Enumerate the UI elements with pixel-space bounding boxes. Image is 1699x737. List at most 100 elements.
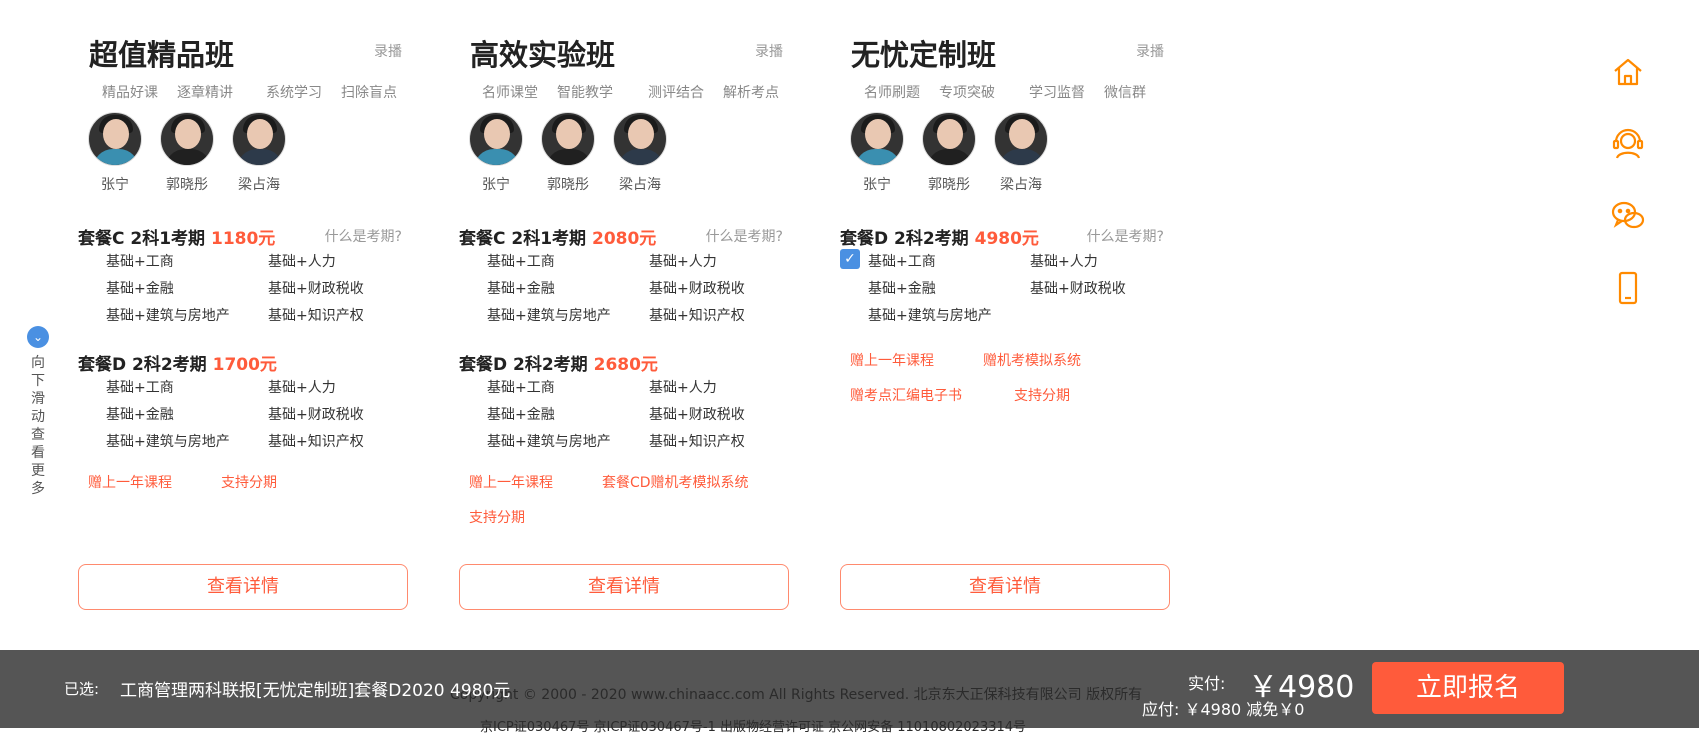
avatar — [160, 112, 214, 166]
exam-period-link[interactable]: 什么是考期? — [706, 226, 783, 246]
chevron-double-down-icon: ⌄ — [27, 326, 49, 348]
subject-option[interactable]: 基础+知识产权 — [649, 305, 745, 325]
subject-option[interactable]: 基础+人力 — [268, 251, 336, 271]
subject-option[interactable]: 基础+金融 — [106, 404, 174, 424]
gift-label: 支持分期 — [469, 510, 525, 526]
subject-option[interactable]: 基础+知识产权 — [649, 431, 745, 451]
feature-label: 测评结合 — [648, 85, 704, 101]
feature-label: 智能教学 — [557, 85, 613, 101]
subject-option[interactable]: 基础+人力 — [649, 377, 717, 397]
package-title: 套餐D 2科2考期 1700元 — [78, 355, 277, 375]
avatar — [850, 112, 904, 166]
card-tag: 录播 — [1136, 44, 1164, 60]
subject-option[interactable]: 基础+金融 — [487, 404, 555, 424]
view-details-button[interactable]: 查看详情 — [78, 564, 408, 610]
card-title: 超值精品班 — [89, 38, 235, 72]
teacher-name: 郭晓彤 — [166, 177, 208, 193]
subject-option[interactable]: 基础+知识产权 — [268, 305, 364, 325]
subject-option[interactable]: 基础+工商 — [868, 251, 936, 271]
subject-option[interactable]: 基础+财政税收 — [649, 404, 745, 424]
avatar — [469, 112, 523, 166]
gifts: 赠上一年课程 套餐CD赠机考模拟系统 支持分期 — [459, 468, 789, 528]
package-d[interactable]: 套餐D 2科2考期 4980元 什么是考期? ✓ 基础+工商 基础+人力 基础+… — [840, 220, 1170, 332]
feature-label: 学习监督 — [1029, 85, 1085, 101]
teacher: 郭晓彤 — [913, 112, 985, 194]
card-tag: 录播 — [374, 44, 402, 60]
package-title: 套餐C 2科1考期 2080元 — [459, 229, 657, 249]
subject-option[interactable]: 基础+金融 — [868, 278, 936, 298]
subject-option[interactable]: 基础+工商 — [487, 251, 555, 271]
mobile-icon[interactable] — [1608, 268, 1648, 308]
teacher: 梁占海 — [985, 112, 1057, 194]
subject-option[interactable]: 基础+财政税收 — [268, 278, 364, 298]
avatar — [232, 112, 286, 166]
package-d[interactable]: 套餐D 2科2考期 1700元 基础+工商 基础+人力 基础+金融 基础+财政税… — [78, 346, 408, 458]
avatar — [88, 112, 142, 166]
subject-option[interactable]: 基础+建筑与房地产 — [106, 431, 230, 451]
feature-label: 微信群 — [1104, 85, 1146, 101]
package-c[interactable]: 套餐C 2科1考期 1180元 什么是考期? 基础+工商 基础+人力 基础+金融… — [78, 220, 408, 332]
teacher-name: 张宁 — [101, 177, 129, 193]
scroll-hint[interactable]: ⌄ 向下滑动查看更多 — [26, 326, 50, 498]
teacher-name: 郭晓彤 — [547, 177, 589, 193]
enroll-button[interactable]: 立即报名 — [1372, 662, 1564, 714]
feature-label: 逐章精讲 — [177, 85, 233, 101]
subject-option[interactable]: 基础+财政税收 — [649, 278, 745, 298]
selected-value: 工商管理两科联报[无忧定制班]套餐D2020 4980元 — [120, 681, 511, 701]
teacher-name: 郭晓彤 — [928, 177, 970, 193]
checkbox-checked[interactable]: ✓ — [840, 249, 860, 269]
headset-icon[interactable] — [1608, 124, 1648, 164]
footer-copyright: Copyright © 2000 - 2020 www.chinaacc.com… — [450, 687, 1143, 703]
card-custom: 无忧定制班 录播 名师刷题 专项突破 学习监督 微信群 张宁 郭晓彤 梁占海 套… — [840, 0, 1170, 610]
subject-option[interactable]: 基础+建筑与房地产 — [868, 305, 992, 325]
page: 超值精品班 录播 精品好课 逐章精讲 系统学习 扫除盲点 张宁 郭晓彤 梁占海 — [0, 0, 1699, 737]
wechat-icon[interactable] — [1608, 196, 1648, 236]
feature-label: 精品好课 — [102, 85, 158, 101]
card-tag: 录播 — [755, 44, 783, 60]
exam-period-link[interactable]: 什么是考期? — [325, 226, 402, 246]
subject-option[interactable]: 基础+金融 — [106, 278, 174, 298]
exam-period-link[interactable]: 什么是考期? — [1087, 226, 1164, 246]
gift-label: 赠考点汇编电子书 — [850, 388, 962, 404]
view-details-button[interactable]: 查看详情 — [459, 564, 789, 610]
features: 名师课堂 智能教学 测评结合 解析考点 — [459, 76, 789, 104]
package-price: 2080元 — [591, 229, 657, 249]
feature-label: 专项突破 — [939, 85, 995, 101]
teacher: 张宁 — [79, 112, 151, 194]
card-efficient: 高效实验班 录播 名师课堂 智能教学 测评结合 解析考点 张宁 郭晓彤 梁占海 — [459, 0, 789, 610]
subject-option[interactable]: 基础+知识产权 — [268, 431, 364, 451]
teacher-name: 梁占海 — [238, 177, 280, 193]
teachers: 张宁 郭晓彤 梁占海 — [78, 112, 408, 208]
subject-option[interactable]: 基础+财政税收 — [1030, 278, 1126, 298]
subject-option[interactable]: 基础+金融 — [487, 278, 555, 298]
teacher: 郭晓彤 — [532, 112, 604, 194]
subject-option[interactable]: 基础+工商 — [487, 377, 555, 397]
subject-option[interactable]: 基础+建筑与房地产 — [487, 431, 611, 451]
subject-option[interactable]: 基础+建筑与房地产 — [106, 305, 230, 325]
subject-option[interactable]: 基础+工商 — [106, 251, 174, 271]
subject-option[interactable]: 基础+人力 — [1030, 251, 1098, 271]
order-bar: Copyright © 2000 - 2020 www.chinaacc.com… — [0, 650, 1699, 735]
package-d[interactable]: 套餐D 2科2考期 2680元 基础+工商 基础+人力 基础+金融 基础+财政税… — [459, 346, 789, 458]
avatar — [922, 112, 976, 166]
subject-option[interactable]: 基础+工商 — [106, 377, 174, 397]
teacher-name: 梁占海 — [619, 177, 661, 193]
due-amount: 应付: ￥4980 减免￥0 — [1142, 700, 1305, 719]
subject-option[interactable]: 基础+人力 — [649, 251, 717, 271]
feature-label: 系统学习 — [266, 85, 322, 101]
home-icon[interactable] — [1608, 52, 1648, 92]
paid-label: 实付: — [1188, 674, 1226, 693]
view-details-button[interactable]: 查看详情 — [840, 564, 1170, 610]
subject-option[interactable]: 基础+人力 — [268, 377, 336, 397]
scroll-hint-text: 向下滑动查看更多 — [31, 355, 45, 497]
subject-option[interactable]: 基础+财政税收 — [268, 404, 364, 424]
gift-label: 赠机考模拟系统 — [983, 353, 1081, 369]
side-nav — [1608, 52, 1648, 340]
teacher: 张宁 — [460, 112, 532, 194]
subject-option[interactable]: 基础+建筑与房地产 — [487, 305, 611, 325]
avatar — [613, 112, 667, 166]
package-title: 套餐D 2科2考期 2680元 — [459, 355, 658, 375]
package-title: 套餐D 2科2考期 4980元 — [840, 229, 1039, 249]
package-c[interactable]: 套餐C 2科1考期 2080元 什么是考期? 基础+工商 基础+人力 基础+金融… — [459, 220, 789, 332]
teachers: 张宁 郭晓彤 梁占海 — [459, 112, 789, 208]
